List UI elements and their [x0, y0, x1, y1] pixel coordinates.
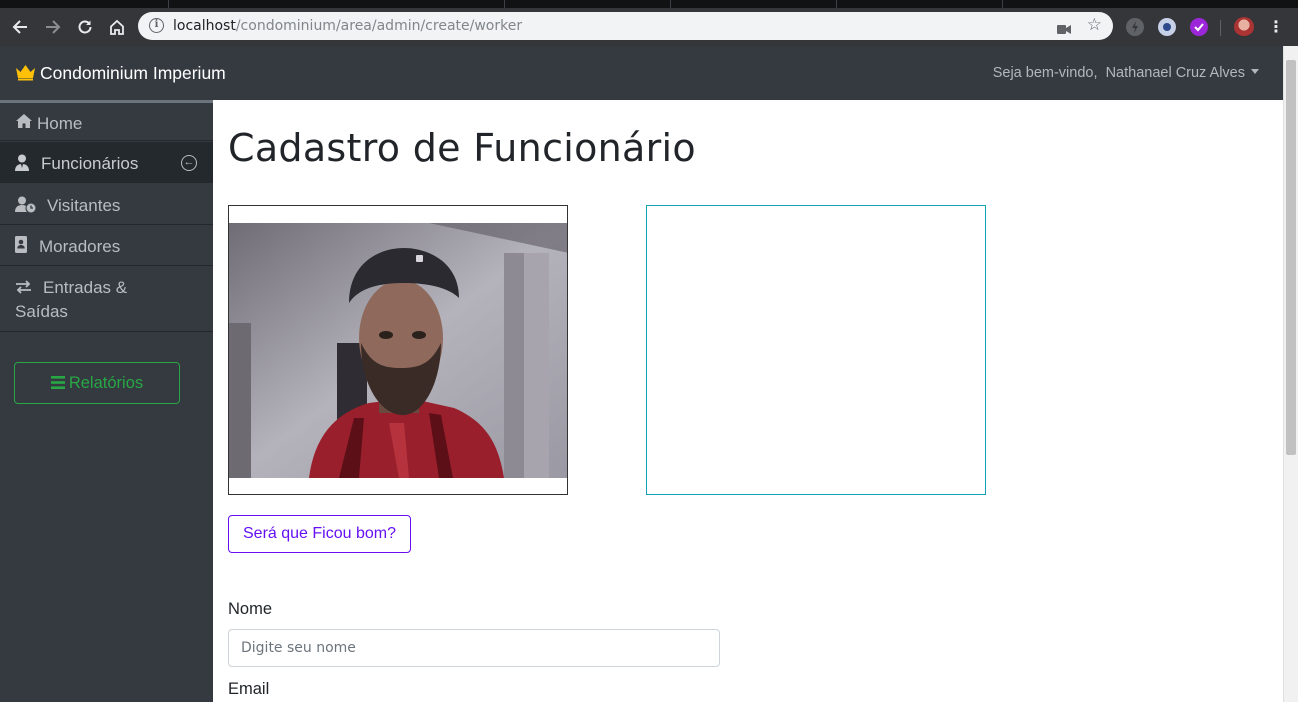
url-text[interactable]: localhost/condominium/area/admin/create/…	[173, 18, 522, 34]
collapse-arrow-icon[interactable]: ←	[181, 155, 197, 171]
user-tie-icon	[15, 154, 33, 172]
webcam-video-frame[interactable]	[228, 205, 568, 495]
sidebar-item-label: Funcionários	[41, 154, 139, 173]
exchange-icon	[15, 279, 33, 297]
bookmark-star-icon[interactable]: ☆	[1087, 16, 1102, 34]
sidebar-item-label: Saídas	[15, 302, 68, 321]
caret-down-icon	[1251, 69, 1259, 74]
brand-name: Condominium Imperium	[40, 63, 226, 83]
reports-button[interactable]: Relatórios	[14, 362, 180, 404]
browser-toolbar: i localhost/condominium/area/admin/creat…	[0, 8, 1298, 46]
forward-icon[interactable]	[42, 16, 64, 38]
tab-separator	[1002, 0, 1003, 8]
sidebar-item-entradas-saidas[interactable]: Entradas & Saídas	[0, 266, 213, 332]
sidebar-item-label: Visitantes	[47, 196, 121, 215]
home-page-icon[interactable]	[106, 16, 128, 38]
sidebar-item-moradores[interactable]: Moradores	[0, 225, 213, 266]
sidebar: Home Funcionários ← Visitantes Moradores…	[0, 100, 213, 702]
tab-separator	[168, 0, 169, 8]
back-icon[interactable]	[9, 16, 31, 38]
extension-check-icon[interactable]	[1190, 18, 1208, 36]
address-bar[interactable]: i localhost/condominium/area/admin/creat…	[138, 12, 1113, 40]
toolbar-divider	[1220, 20, 1221, 36]
site-info-icon[interactable]: i	[149, 18, 164, 33]
user-clock-icon	[15, 196, 37, 214]
extension-bolt-icon[interactable]	[1126, 18, 1144, 36]
bars-icon	[50, 364, 65, 404]
sidebar-item-visitantes[interactable]: Visitantes	[0, 184, 213, 225]
extension-circle-icon[interactable]	[1158, 18, 1176, 36]
tab-separator	[836, 0, 837, 8]
user-name: Nathanael Cruz Alves	[1105, 65, 1245, 81]
page-title: Cadastro de Funcionário	[228, 126, 696, 170]
app-navbar: Condominium Imperium Seja bem-vindo, Nat…	[0, 46, 1283, 100]
check-photo-button[interactable]: Será que Ficou bom?	[228, 515, 411, 553]
reports-button-label: Relatórios	[68, 374, 144, 392]
browser-tab-strip	[0, 0, 1298, 8]
page-scrollbar[interactable]	[1283, 46, 1298, 702]
sidebar-item-funcionarios[interactable]: Funcionários ←	[0, 142, 213, 183]
sidebar-item-label: Moradores	[39, 237, 121, 256]
reload-icon[interactable]	[74, 16, 96, 38]
name-label: Nome	[228, 600, 273, 618]
sidebar-item-label: Entradas &	[43, 278, 128, 297]
welcome-text: Seja bem-vindo,	[992, 65, 1098, 81]
sidebar-item-home[interactable]: Home	[0, 103, 213, 141]
scrollbar-thumb[interactable]	[1286, 60, 1296, 455]
url-path: /condominium/area/admin/create/worker	[235, 18, 523, 34]
tab-separator	[670, 0, 671, 8]
browser-menu-icon[interactable]: ⋮	[1266, 18, 1286, 38]
email-label: Email	[228, 680, 270, 698]
profile-avatar[interactable]	[1234, 17, 1254, 37]
tab-separator	[504, 0, 505, 8]
brand-link[interactable]: Condominium Imperium	[15, 63, 226, 86]
sidebar-item-label: Home	[37, 114, 83, 133]
webcam-feed-image	[229, 223, 567, 478]
crown-icon	[15, 64, 36, 86]
camera-in-use-icon[interactable]	[1057, 20, 1071, 34]
home-icon	[15, 113, 33, 131]
name-input[interactable]	[228, 629, 720, 667]
address-book-icon	[15, 236, 33, 254]
url-host: localhost	[173, 18, 236, 34]
user-menu-toggle[interactable]: Seja bem-vindo, Nathanael Cruz Alves	[993, 65, 1259, 81]
snapshot-canvas	[646, 205, 986, 495]
